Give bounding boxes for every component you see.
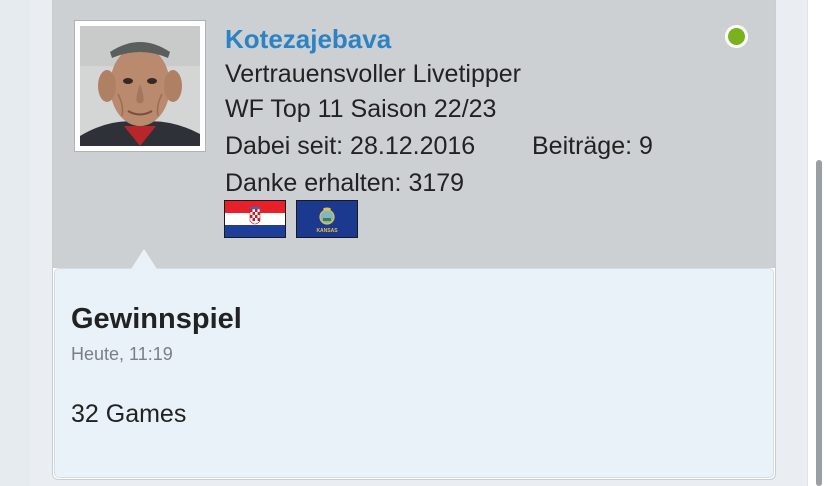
kansas-flag-icon[interactable]: KANSAS [296,200,358,238]
post-body: 32 Games [71,400,187,428]
post-title: Gewinnspiel [71,303,242,335]
username-link[interactable]: Kotezajebava [225,24,391,54]
avatar[interactable] [74,20,206,152]
croatia-flag-icon[interactable] [224,200,286,238]
thanks-received: Danke erhalten: 3179 [225,169,465,197]
user-rank: Vertrauensvoller Livetipper [225,60,521,88]
join-date: Dabei seit: 28.12.2016 [225,132,476,160]
post-count: Beiträge: 9 [532,132,653,160]
scrollbar-thumb[interactable] [816,160,822,486]
svg-text:KANSAS: KANSAS [316,228,338,234]
user-award: WF Top 11 Saison 22/23 [225,95,497,123]
post-content-panel [54,268,774,478]
avatar-photo [80,26,200,146]
speech-arrow [131,249,157,269]
left-rail [0,0,30,486]
online-status-icon [725,25,748,48]
post-timestamp[interactable]: Heute, 11:19 [71,343,173,365]
